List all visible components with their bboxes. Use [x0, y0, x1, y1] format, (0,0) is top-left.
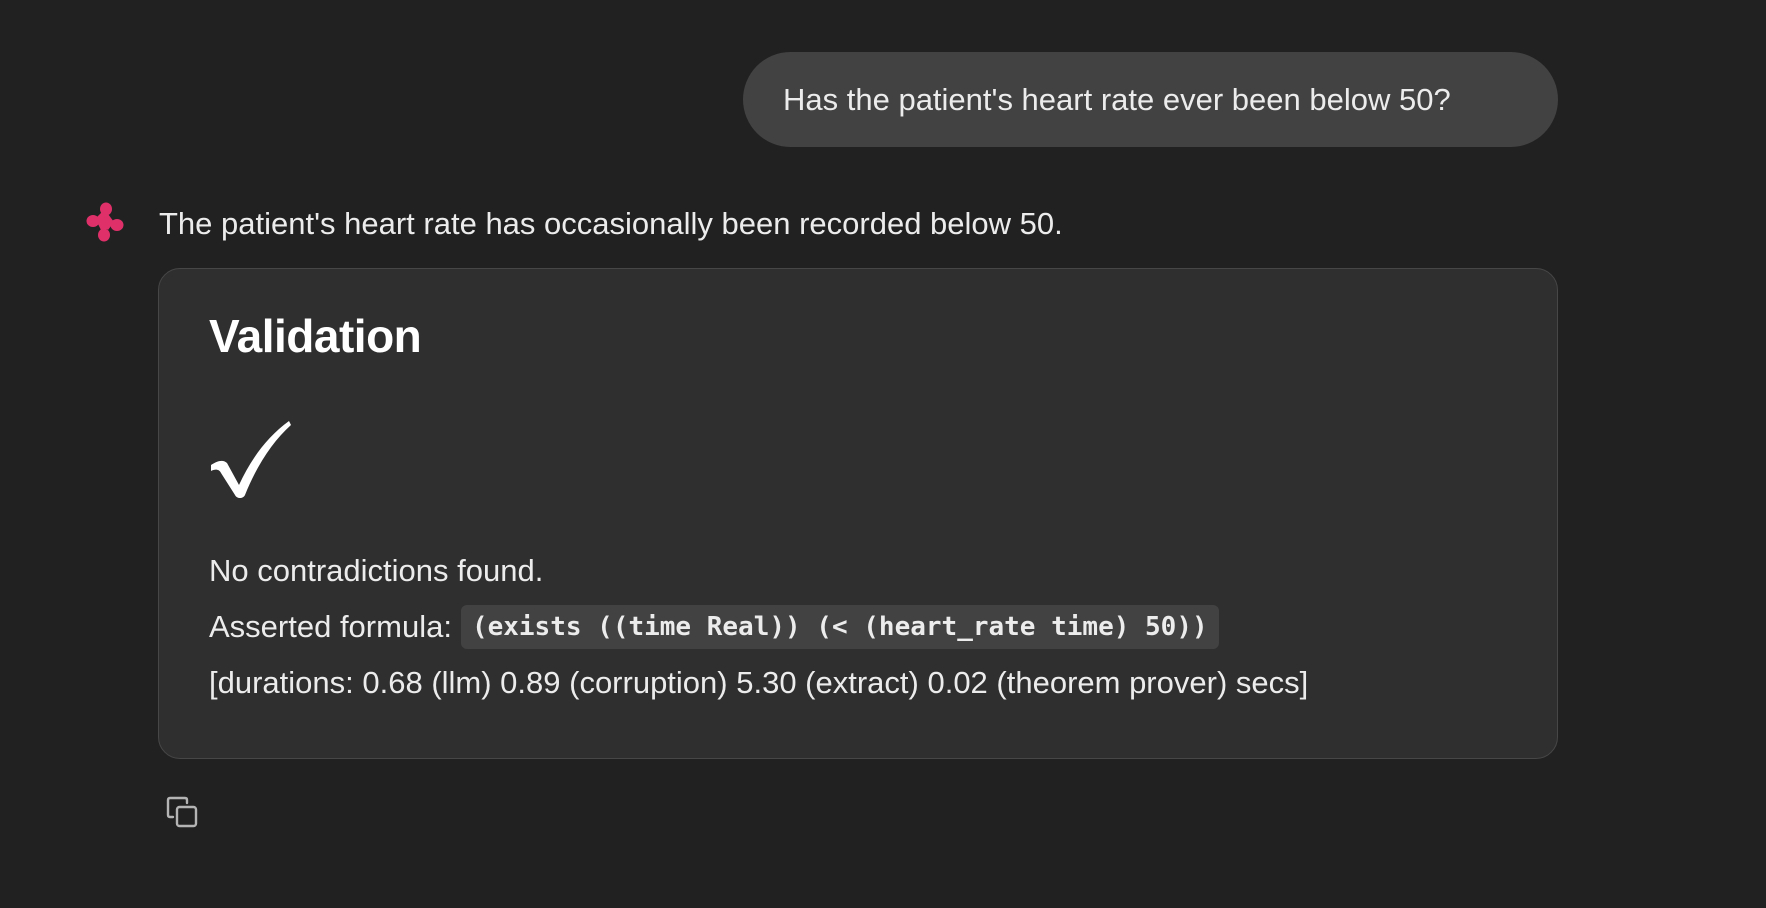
check-mark-icon [211, 421, 291, 498]
validation-card: Validation No contradictions found. Asse… [158, 268, 1558, 759]
user-message-bubble: Has the patient's heart rate ever been b… [743, 52, 1558, 147]
asserted-formula-label: Asserted formula: [209, 609, 452, 644]
asserted-formula-row: Asserted formula: (exists ((time Real)) … [209, 605, 1219, 649]
validation-title: Validation [209, 310, 422, 362]
asserted-formula-code: (exists ((time Real)) (< (heart_rate tim… [460, 605, 1219, 649]
assistant-reply-text: The patient's heart rate has occasionall… [159, 206, 1063, 241]
user-message-text: Has the patient's heart rate ever been b… [783, 81, 1451, 117]
durations-text: [durations: 0.68 (llm) 0.89 (corruption)… [209, 665, 1309, 700]
copy-icon [166, 796, 198, 828]
copy-button[interactable] [162, 792, 202, 832]
validation-status-text: No contradictions found. [209, 553, 544, 588]
assistant-logo-icon [86, 202, 124, 242]
